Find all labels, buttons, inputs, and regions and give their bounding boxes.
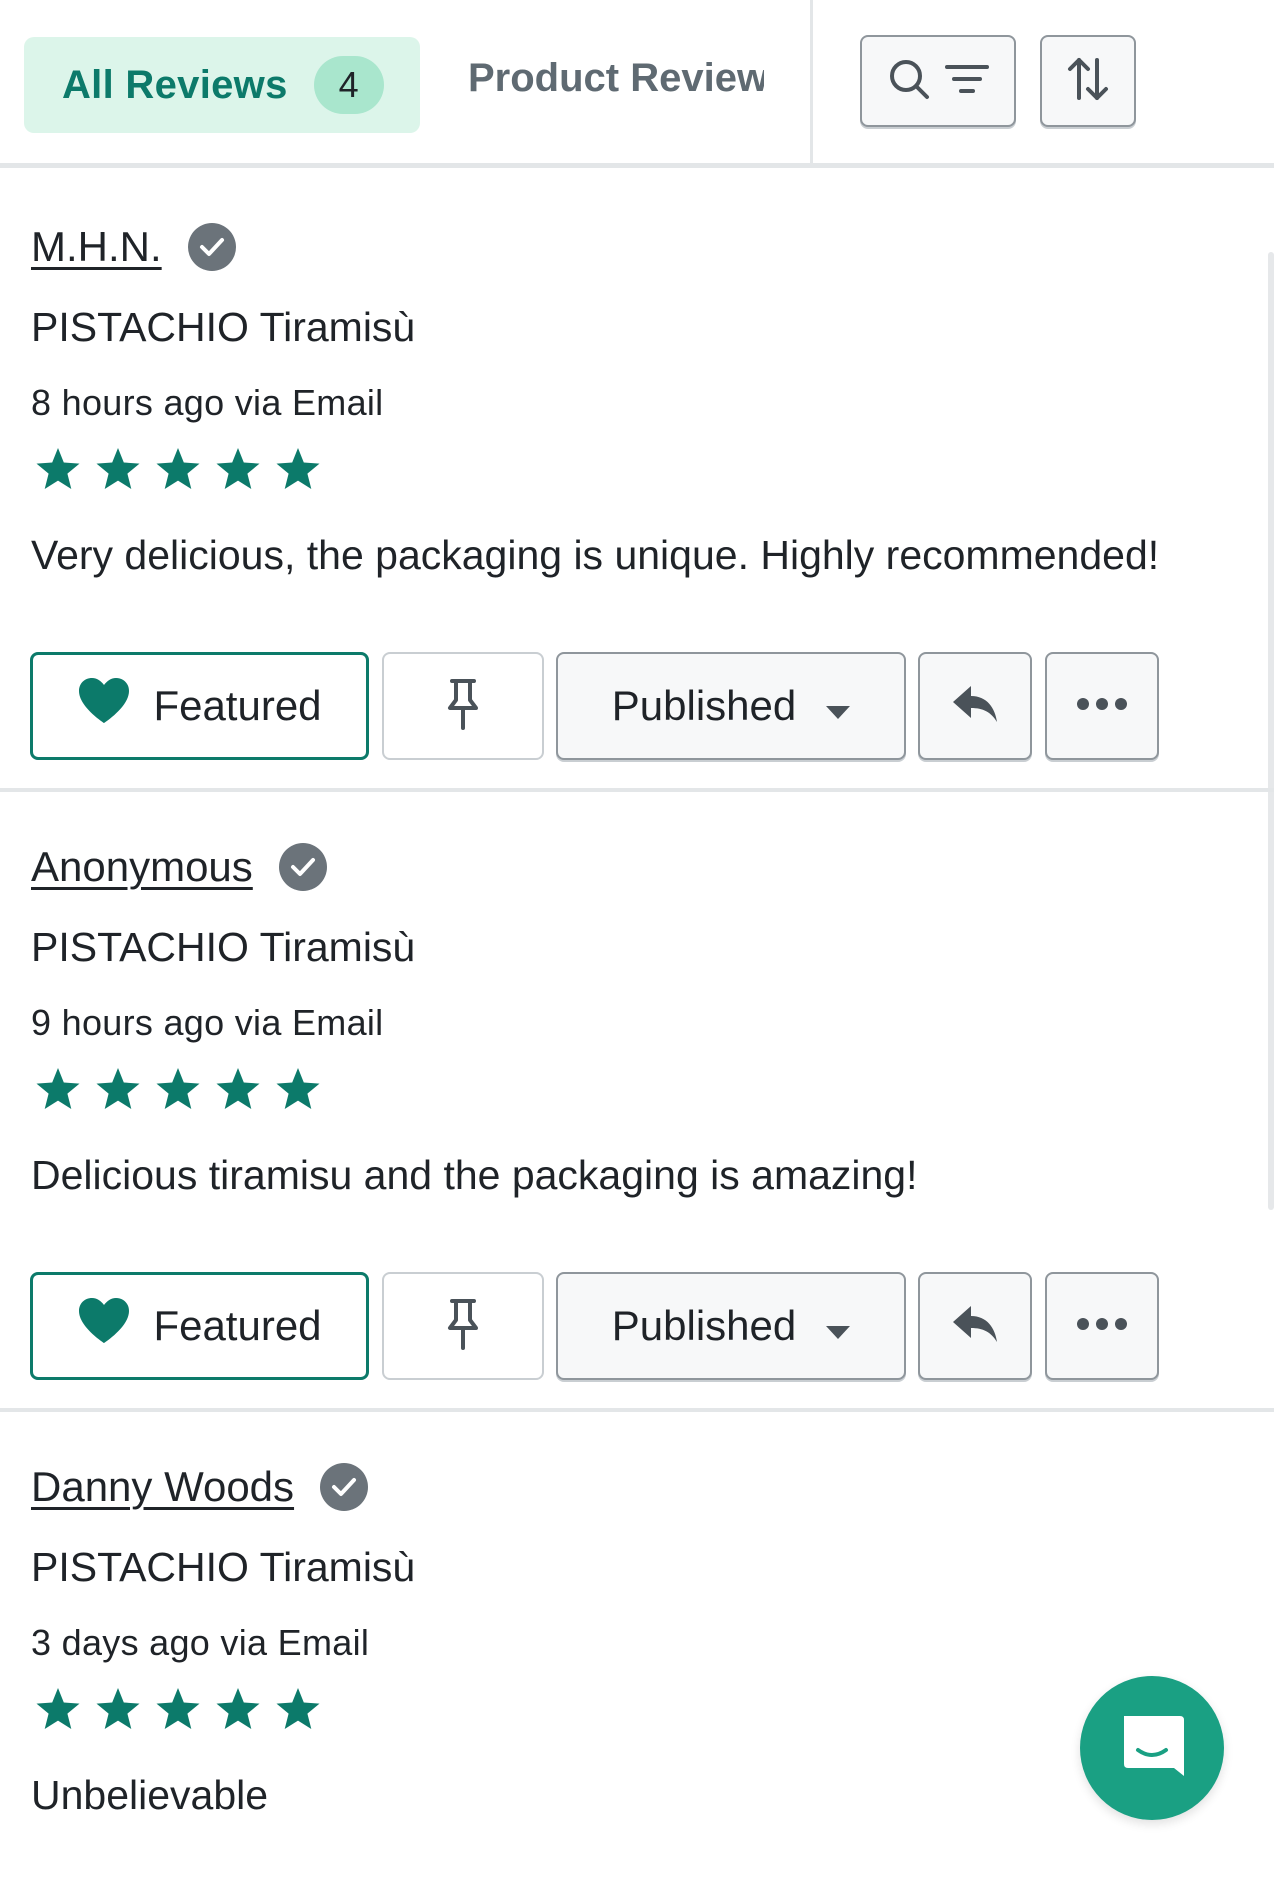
reply-arrow-icon (951, 684, 999, 729)
star-icon (273, 1686, 323, 1737)
review-author-link[interactable]: Anonymous (31, 843, 253, 891)
star-rating (33, 1066, 323, 1117)
publish-status-dropdown[interactable]: Published (556, 1272, 906, 1380)
filter-lines-icon (945, 62, 989, 101)
star-icon (273, 446, 323, 497)
more-options-button[interactable] (1045, 652, 1159, 760)
featured-label: Featured (153, 1302, 322, 1349)
tab-product-reviews[interactable]: Product Reviews (468, 56, 764, 116)
star-icon (153, 446, 203, 497)
reply-button[interactable] (918, 1272, 1032, 1380)
sort-arrows-icon (1066, 56, 1110, 107)
search-filter-button[interactable] (860, 35, 1016, 127)
star-rating (33, 446, 323, 497)
star-icon (33, 1066, 83, 1117)
publish-status-label: Published (611, 682, 797, 729)
pin-icon (446, 678, 480, 735)
review-meta: 8 hours ago via Email (31, 382, 384, 423)
star-icon (213, 1066, 263, 1117)
star-icon (93, 1066, 143, 1117)
review-product: PISTACHIO Tiramisù (31, 924, 416, 970)
publish-status-label: Published (611, 1302, 797, 1349)
pin-icon (446, 1298, 480, 1355)
review-meta: 3 days ago via Email (31, 1622, 370, 1663)
review-product: PISTACHIO Tiramisù (31, 304, 416, 350)
toolbar-divider (810, 0, 813, 165)
verified-check-icon (320, 1463, 369, 1511)
featured-button[interactable]: Featured (30, 652, 369, 760)
ellipsis-icon (1076, 697, 1128, 716)
chevron-down-icon (826, 682, 851, 730)
ellipsis-icon (1076, 1317, 1128, 1336)
review-body: Very delicious, the packaging is unique.… (31, 532, 1160, 578)
review-card: Danny Woods PISTACHIO Tiramisù 3 days ag… (0, 1412, 1274, 1877)
chevron-down-icon (826, 1302, 851, 1350)
review-body: Unbelievable (31, 1772, 269, 1818)
featured-button[interactable]: Featured (30, 1272, 369, 1380)
star-icon (33, 446, 83, 497)
publish-status-dropdown[interactable]: Published (556, 652, 906, 760)
star-icon (213, 1686, 263, 1737)
review-product: PISTACHIO Tiramisù (31, 1544, 416, 1590)
heart-icon (77, 1297, 131, 1355)
verified-check-icon (187, 223, 236, 271)
reply-button[interactable] (918, 652, 1032, 760)
tab-all-reviews[interactable]: All Reviews 4 (24, 37, 420, 133)
chat-launcher-button[interactable] (1080, 1676, 1224, 1820)
tab-all-reviews-count-badge: 4 (313, 56, 384, 114)
star-icon (213, 446, 263, 497)
heart-icon (77, 677, 131, 735)
star-rating (33, 1686, 323, 1737)
search-icon (887, 57, 931, 106)
review-author-row: Anonymous (31, 843, 327, 891)
verified-check-icon (278, 843, 327, 891)
review-body: Delicious tiramisu and the packaging is … (31, 1152, 918, 1198)
sort-button[interactable] (1040, 35, 1136, 127)
review-author-link[interactable]: M.H.N. (31, 223, 162, 271)
review-card: Anonymous PISTACHIO Tiramisù 9 hours ago… (0, 792, 1274, 1412)
star-icon (153, 1686, 203, 1737)
pin-button[interactable] (382, 652, 544, 760)
chat-icon (1118, 1712, 1186, 1785)
review-author-link[interactable]: Danny Woods (31, 1463, 294, 1511)
tab-product-reviews-label: Product Reviews (468, 56, 764, 100)
star-icon (153, 1066, 203, 1117)
star-icon (93, 446, 143, 497)
more-options-button[interactable] (1045, 1272, 1159, 1380)
star-icon (93, 1686, 143, 1737)
reply-arrow-icon (951, 1304, 999, 1349)
review-tabs-bar: All Reviews 4 Product Reviews (0, 0, 1274, 168)
review-author-row: Danny Woods (31, 1463, 369, 1511)
star-icon (33, 1686, 83, 1737)
review-author-row: M.H.N. (31, 223, 236, 271)
tab-all-reviews-label: All Reviews (62, 62, 288, 107)
review-card: M.H.N. PISTACHIO Tiramisù 8 hours ago vi… (0, 168, 1274, 792)
star-icon (273, 1066, 323, 1117)
review-meta: 9 hours ago via Email (31, 1002, 384, 1043)
featured-label: Featured (153, 682, 322, 729)
pin-button[interactable] (382, 1272, 544, 1380)
